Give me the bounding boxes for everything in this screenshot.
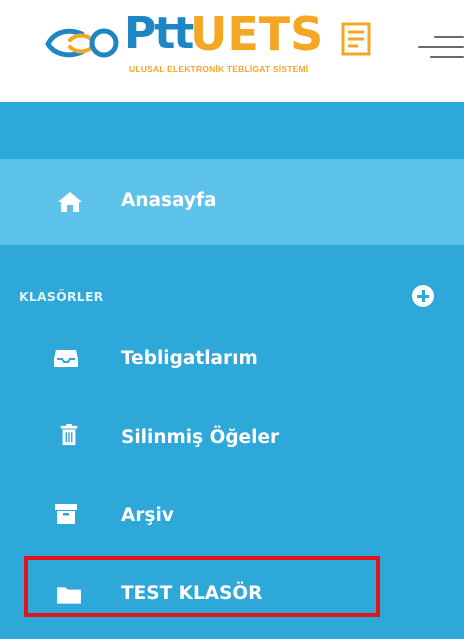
ptt-uets-logo[interactable]: Ptt UETS ULUSAL ELEKTRONİK TEBLİGAT SİST… (44, 6, 374, 92)
logo-subtitle: ULUSAL ELEKTRONİK TEBLİGAT SİSTEMİ (129, 64, 309, 74)
hamburger-line (418, 46, 464, 48)
highlight-box (24, 556, 380, 617)
sidebar-item-deleted[interactable]: Silinmiş Öğeler (0, 407, 464, 467)
add-folder-button[interactable] (412, 285, 434, 307)
hamburger-line (430, 56, 464, 58)
inbox-icon (54, 350, 78, 367)
sidebar-item-notifications[interactable]: Tebligatlarım (0, 328, 464, 388)
sidebar-item-label: Tebligatlarım (121, 348, 258, 369)
header: Ptt UETS ULUSAL ELEKTRONİK TEBLİGAT SİST… (0, 0, 464, 102)
section-title-folders: KLASÖRLER (19, 289, 104, 304)
trash-icon (60, 424, 78, 446)
sidebar: Anasayfa KLASÖRLER Tebligatlarım Silinmi… (0, 102, 464, 639)
sidebar-item-archive[interactable]: Arşiv (0, 486, 464, 546)
sidebar-item-label: Anasayfa (121, 190, 217, 211)
home-icon (58, 192, 82, 212)
hamburger-line (434, 36, 464, 38)
logo-uets-text: UETS (190, 7, 324, 61)
sidebar-item-home[interactable]: Anasayfa (0, 159, 464, 245)
hamburger-menu-button[interactable] (418, 30, 464, 64)
sidebar-item-label: Arşiv (121, 505, 174, 526)
logo-mark-icon (45, 28, 119, 58)
sidebar-item-label: Silinmiş Öğeler (121, 427, 280, 448)
logo-ptt-text: Ptt (124, 8, 194, 59)
archive-icon (55, 504, 77, 524)
envelope-icon (341, 22, 371, 56)
